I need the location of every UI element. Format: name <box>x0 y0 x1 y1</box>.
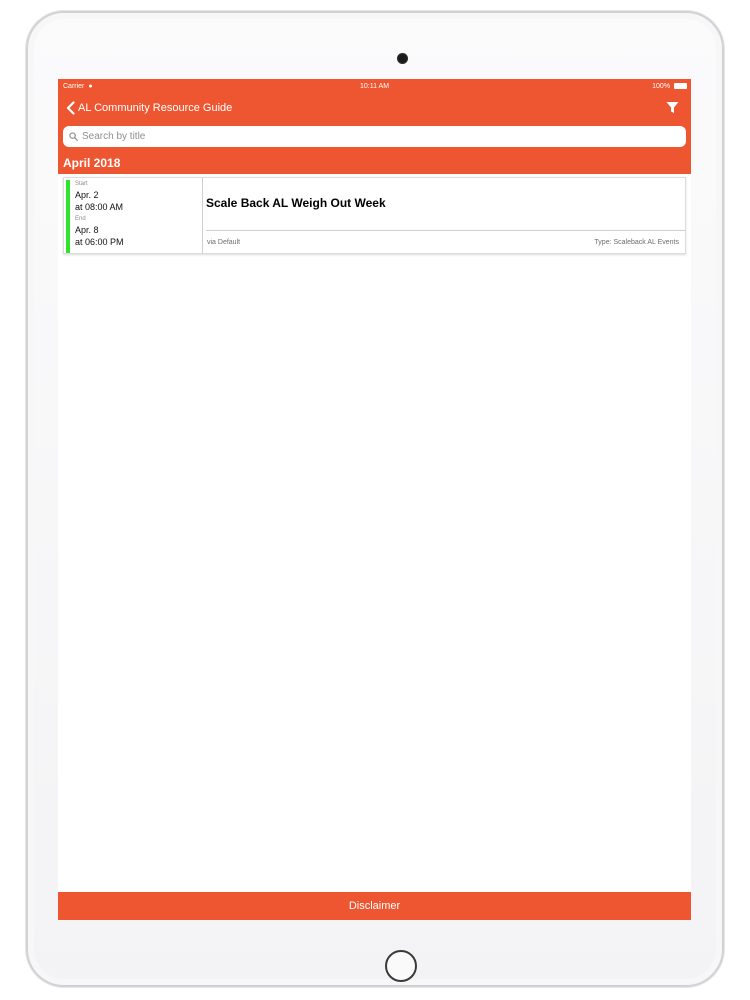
back-button-label: AL Community Resource Guide <box>78 102 233 114</box>
event-source: via Default <box>207 239 241 246</box>
disclaimer-button[interactable]: Disclaimer <box>58 892 691 920</box>
home-button[interactable] <box>385 950 417 982</box>
back-button[interactable]: AL Community Resource Guide <box>66 94 232 122</box>
front-camera <box>397 53 408 64</box>
status-time: 10:11 AM <box>359 83 390 90</box>
start-date: Apr. 2 <box>75 190 99 200</box>
end-time: at 06:00 PM <box>75 237 124 247</box>
end-date: Apr. 8 <box>75 225 99 235</box>
search-bar-container: Search by title <box>58 122 691 153</box>
end-label: End <box>75 216 86 222</box>
event-title: Scale Back AL Weigh Out Week <box>206 196 386 210</box>
event-type: Type: Scaleback AL Events <box>594 239 679 246</box>
navigation-bar: AL Community Resource Guide <box>58 94 691 122</box>
event-divider <box>206 230 685 231</box>
status-battery: 100% <box>652 79 687 94</box>
section-header-month: April 2018 <box>58 153 691 174</box>
battery-icon <box>674 83 687 90</box>
chevron-left-icon <box>66 101 75 115</box>
start-label: Start <box>75 181 88 187</box>
start-time: at 08:00 AM <box>75 202 124 212</box>
battery-percent: 100% <box>652 83 671 90</box>
filter-icon[interactable] <box>666 101 679 114</box>
search-icon <box>69 132 78 141</box>
event-card[interactable]: Start Apr. 2 at 08:00 AM End Apr. 8 at 0… <box>63 177 686 254</box>
search-placeholder: Search by title <box>82 131 146 142</box>
app-screen: Carrier ● 10:11 AM 100% AL Community Res… <box>58 79 691 920</box>
search-input[interactable]: Search by title <box>63 126 686 147</box>
status-bar: Carrier ● 10:11 AM 100% <box>58 79 691 94</box>
event-date-column: Start Apr. 2 at 08:00 AM End Apr. 8 at 0… <box>64 178 203 253</box>
